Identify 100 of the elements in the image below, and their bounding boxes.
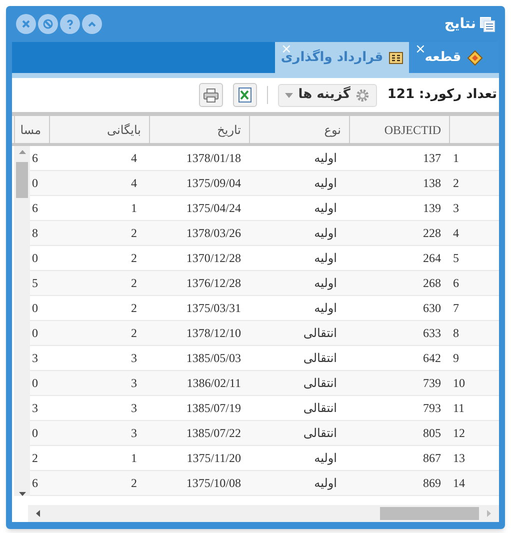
table-cell-text: 2 bbox=[131, 225, 137, 242]
table-cell-text: 1 bbox=[131, 450, 137, 467]
table-cell-text: اولیه bbox=[314, 300, 337, 317]
column-header: بایگانی bbox=[107, 122, 141, 138]
column-header: تاریخ bbox=[217, 122, 241, 138]
collapse-icon[interactable] bbox=[82, 14, 102, 34]
table-cell-text: 0 bbox=[32, 325, 38, 342]
table-cell-text: 1375/03/31 bbox=[186, 300, 241, 317]
scroll-left-icon[interactable] bbox=[36, 510, 40, 517]
table-cell-text: 9 bbox=[453, 350, 459, 367]
help-icon[interactable] bbox=[60, 14, 80, 34]
table-cell-text: اولیه bbox=[314, 275, 337, 292]
table-cell-text: 6 bbox=[32, 475, 38, 492]
table-cell-text: 2 bbox=[131, 300, 137, 317]
table-cell-text: 6 bbox=[32, 150, 38, 167]
window-title: نتایج bbox=[444, 14, 476, 34]
options-dropdown[interactable]: گزینه ها bbox=[278, 84, 378, 106]
table-cell-text: 1375/11/20 bbox=[186, 450, 241, 467]
close-icon[interactable] bbox=[16, 14, 36, 34]
table-cell-text: اولیه bbox=[314, 200, 337, 217]
table-cell-text: 3 bbox=[131, 375, 137, 392]
table-cell-text: 2 bbox=[131, 250, 137, 267]
print-button[interactable] bbox=[199, 83, 224, 107]
excel-export-button[interactable] bbox=[233, 83, 258, 107]
scroll-up-icon[interactable] bbox=[18, 150, 26, 154]
table-cell-text: انتقالی bbox=[303, 325, 337, 342]
horizontal-scrollbar[interactable] bbox=[28, 505, 499, 522]
table-cell-text: 0 bbox=[32, 250, 38, 267]
table-cell-text: 138 bbox=[423, 175, 441, 192]
table-cell-text: 3 bbox=[131, 425, 137, 442]
column-header: نوع bbox=[324, 122, 341, 138]
table-cell-text: 2 bbox=[131, 275, 137, 292]
table-cell-text: 1375/10/08 bbox=[186, 475, 241, 492]
table-cell-text: اولیه bbox=[314, 175, 337, 192]
table-cell-text: 0 bbox=[32, 425, 38, 442]
table-cell-text: 1385/05/03 bbox=[186, 350, 241, 367]
printer-icon bbox=[203, 88, 220, 102]
table-cell-text: 3 bbox=[131, 400, 137, 417]
table-cell-text: 1 bbox=[131, 200, 137, 217]
scrollbar-thumb[interactable] bbox=[380, 507, 479, 520]
table-cell-text: 14 bbox=[453, 475, 465, 492]
table-cell-text: 2 bbox=[131, 475, 137, 492]
table-cell-text: 8 bbox=[453, 325, 459, 342]
table-cell-text: 0 bbox=[32, 300, 38, 317]
table-cell-text: انتقالی bbox=[303, 400, 337, 417]
scroll-right-icon[interactable] bbox=[487, 510, 491, 517]
table-cell-text: انتقالی bbox=[303, 425, 337, 442]
table-cell-text: 2 bbox=[32, 450, 38, 467]
table-cell-text: 268 bbox=[423, 275, 441, 292]
column-header: مسا bbox=[20, 122, 41, 138]
table-cell-text: 633 bbox=[423, 325, 441, 342]
gear-icon bbox=[355, 88, 370, 102]
table-cell-text: انتقالی bbox=[303, 375, 337, 392]
table-cell-text: 3 bbox=[32, 400, 38, 417]
table-cell-text: 3 bbox=[32, 350, 38, 367]
table-cell-text: 869 bbox=[423, 475, 441, 492]
spreadsheet-icon bbox=[238, 87, 252, 103]
table-icon bbox=[389, 52, 404, 64]
table-cell-text: 10 bbox=[453, 375, 465, 392]
scrollbar-thumb[interactable] bbox=[16, 162, 28, 198]
table-cell-text: 1375/04/24 bbox=[186, 200, 241, 217]
table-cell-text: 1376/12/28 bbox=[186, 275, 241, 292]
table-cell-text: 3 bbox=[131, 350, 137, 367]
table-cell-text: 642 bbox=[423, 350, 441, 367]
table-cell-text: 3 bbox=[453, 200, 459, 217]
table-cell-text: 139 bbox=[423, 200, 441, 217]
caret-icon bbox=[285, 92, 294, 98]
scroll-down-icon[interactable] bbox=[18, 492, 26, 496]
table-cell-text: 2 bbox=[453, 175, 459, 192]
block-icon[interactable] bbox=[38, 14, 58, 34]
table-cell-text: 12 bbox=[453, 425, 465, 442]
table-cell-text: 2 bbox=[131, 325, 137, 342]
table-cell-text: 630 bbox=[423, 300, 441, 317]
table-cell-text: 1378/12/10 bbox=[186, 325, 241, 342]
table-cell-text: 5 bbox=[32, 275, 38, 292]
table-cell-text: 228 bbox=[423, 225, 441, 242]
table-cell-text: 1385/07/22 bbox=[186, 425, 241, 442]
table-cell-text: 1378/01/18 bbox=[186, 150, 241, 167]
vertical-scrollbar[interactable] bbox=[14, 146, 30, 496]
table-cell-text: 739 bbox=[423, 375, 441, 392]
table-cell-text: 1370/12/28 bbox=[186, 250, 241, 267]
table-cell-text: 793 bbox=[423, 400, 441, 417]
table-cell-text: اولیه bbox=[314, 450, 337, 467]
table-cell-text: 13 bbox=[453, 450, 465, 467]
table-cell-text: 4 bbox=[131, 175, 137, 192]
windows-icon bbox=[480, 16, 495, 32]
table-cell-text: 4 bbox=[131, 150, 137, 167]
table-cell-text: 1 bbox=[453, 150, 459, 167]
table-cell-text: 805 bbox=[423, 425, 441, 442]
record-count: تعداد رکورد: 121 bbox=[387, 86, 497, 104]
table-cell-text: 11 bbox=[453, 400, 465, 417]
table-cell-text: انتقالی bbox=[303, 350, 337, 367]
table-cell-text: 137 bbox=[423, 150, 441, 167]
table-cell-text: اولیه bbox=[314, 250, 337, 267]
table-cell-text: 7 bbox=[453, 300, 459, 317]
table-cell-text: 867 bbox=[423, 450, 441, 467]
table-cell-text: 6 bbox=[453, 275, 459, 292]
diamond-icon bbox=[467, 50, 484, 66]
table-cell-text: 5 bbox=[453, 250, 459, 267]
table-cell-text: 6 bbox=[32, 200, 38, 217]
